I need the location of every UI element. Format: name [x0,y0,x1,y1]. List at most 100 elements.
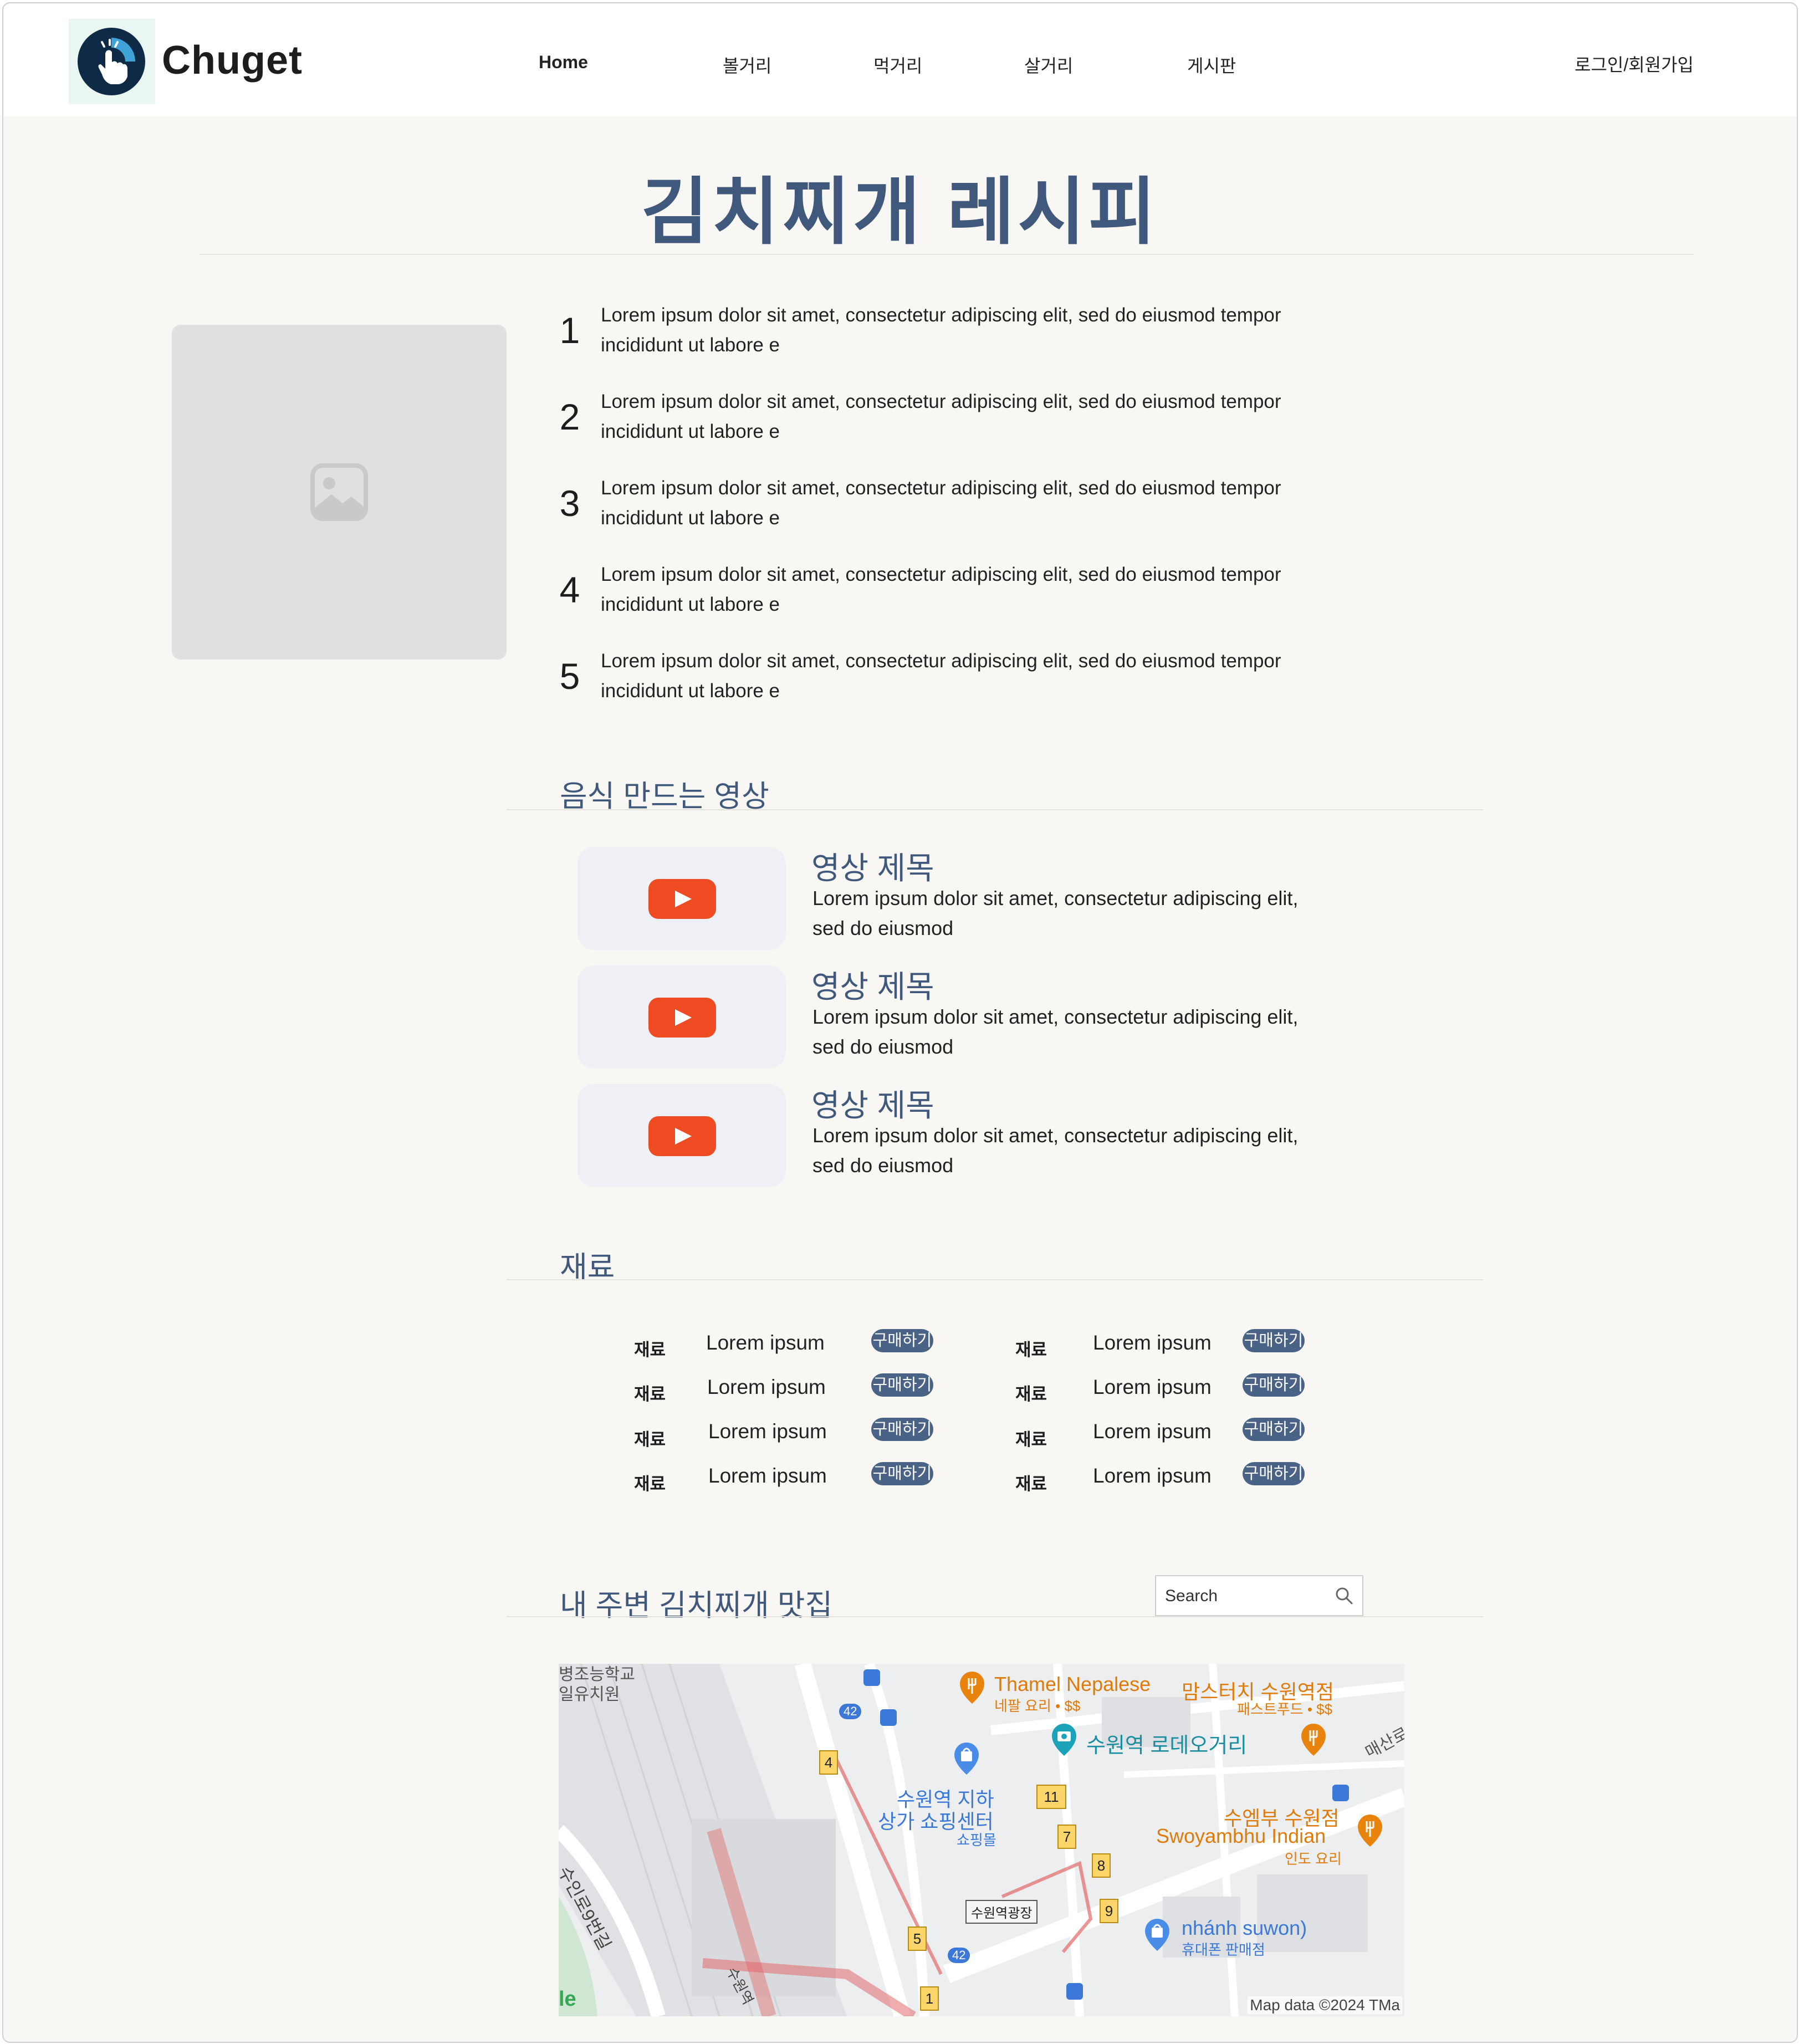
step-number: 3 [559,483,580,524]
nav-home[interactable]: Home [539,52,588,73]
ingredient-label: 재료 [634,1340,666,1360]
ingredient-label: 재료 [1015,1384,1047,1404]
restaurant-pin-icon[interactable] [1357,1813,1383,1848]
ingredient-label: 재료 [634,1474,666,1494]
buy-button[interactable]: 구매하기 [871,1329,933,1352]
map-label-swoyambhu-sub: 인도 요리 [1285,1851,1342,1867]
nav-shopping[interactable]: 살거리 [1024,52,1073,78]
nearby-section-title: 내 주변 김치찌개 맛집 [560,1589,833,1622]
step-text: Lorem ipsum dolor sit amet, consectetur … [601,387,1388,447]
ingredient-label: 재료 [634,1430,666,1449]
bus-number-badge: 42 [948,1948,970,1963]
nearby-map[interactable]: 42 42 4 11 7 8 9 5 1 병조능학교 일유치원 Thamel N… [559,1664,1404,2016]
step-number: 2 [559,396,580,437]
step-line: incididunt ut labore e [601,421,780,442]
hand-pointer-icon [78,28,145,95]
image-icon [310,463,368,521]
video-description: Lorem ipsum dolor sit amet, consectetur … [812,883,1367,943]
shopping-pin-icon[interactable] [953,1741,980,1776]
youtube-play-icon[interactable] [648,879,716,919]
nav-food[interactable]: 먹거리 [873,52,922,78]
step-text: Lorem ipsum dolor sit amet, consectetur … [601,473,1388,533]
step-line: Lorem ipsum dolor sit amet, consectetur … [601,477,1281,499]
video-desc-line: sed do eiusmod [812,917,954,939]
map-label-underground-sub: 쇼핑몰 [957,1832,996,1848]
station-exit-marker[interactable]: 7 [1057,1825,1076,1849]
ingredient-name: Lorem ipsum [707,1376,826,1398]
ingredient-name: Lorem ipsum [1093,1331,1212,1354]
restaurant-pin-icon[interactable] [1300,1723,1327,1757]
nav-attractions[interactable]: 볼거리 [723,52,771,78]
brand-name[interactable]: Chuget [162,38,303,83]
buy-button[interactable]: 구매하기 [1243,1462,1305,1485]
station-exit-marker[interactable]: 9 [1100,1899,1118,1923]
map-label-kindergarten: 일유치원 [559,1685,620,1704]
step-line: incididunt ut labore e [601,680,780,702]
station-exit-marker[interactable]: 5 [908,1927,927,1951]
video-desc-line: sed do eiusmod [812,1035,954,1058]
video-thumbnail[interactable] [577,965,786,1069]
video-desc-line: Lorem ipsum dolor sit amet, consectetur … [812,887,1299,909]
bus-stop-icon[interactable] [1066,1983,1083,2000]
ingredient-name: Lorem ipsum [708,1464,827,1487]
bus-stop-icon[interactable] [1332,1785,1349,1801]
video-desc-line: Lorem ipsum dolor sit amet, consectetur … [812,1005,1299,1028]
restaurant-pin-icon[interactable] [959,1670,985,1705]
search-icon[interactable] [1335,1586,1353,1605]
map-label-nhanh[interactable]: nhánh suwon) [1182,1917,1307,1940]
step-line: incididunt ut labore e [601,334,780,356]
ingredient-label: 재료 [634,1384,666,1404]
top-header: Chuget Home 볼거리 먹거리 살거리 게시판 로그인/회원가입 [3,3,1797,116]
camera-pin-icon[interactable] [1051,1723,1077,1757]
ingredient-name: Lorem ipsum [708,1420,827,1443]
nearby-divider [507,1616,1483,1617]
login-signup-link[interactable]: 로그인/회원가입 [1575,51,1694,76]
buy-button[interactable]: 구매하기 [871,1418,933,1441]
station-exit-marker[interactable]: 8 [1092,1853,1111,1878]
page-frame: Chuget Home 볼거리 먹거리 살거리 게시판 로그인/회원가입 김치찌… [2,2,1798,2043]
step-number: 1 [559,310,580,351]
buy-button[interactable]: 구매하기 [1243,1329,1305,1352]
bus-number-badge: 42 [839,1704,862,1719]
step-text: Lorem ipsum dolor sit amet, consectetur … [601,300,1388,360]
video-desc-line: Lorem ipsum dolor sit amet, consectetur … [812,1124,1299,1147]
step-text: Lorem ipsum dolor sit amet, consectetur … [601,560,1388,620]
recipe-image-placeholder [172,325,507,660]
video-thumbnail[interactable] [577,847,786,950]
step-number: 4 [559,569,580,610]
youtube-play-icon[interactable] [648,998,716,1038]
page-title: 김치찌개 레시피 [641,171,1159,253]
ingredient-name: Lorem ipsum [706,1331,825,1354]
buy-button[interactable]: 구매하기 [871,1462,933,1485]
map-search [1155,1575,1363,1616]
map-label-plaza[interactable]: 수원역광장 [965,1900,1038,1924]
shopping-pin-icon[interactable] [1144,1918,1171,1952]
title-divider [200,254,1694,255]
buy-button[interactable]: 구매하기 [1243,1373,1305,1397]
station-exit-marker[interactable]: 1 [920,1986,939,2011]
video-title[interactable]: 영상 제목 [811,962,934,1007]
search-input[interactable] [1164,1582,1332,1611]
ingredient-name: Lorem ipsum [1093,1420,1212,1443]
youtube-play-icon[interactable] [648,1116,716,1156]
map-label-nhanh-sub: 휴대폰 판매점 [1182,1941,1265,1958]
nav-board[interactable]: 게시판 [1187,52,1236,78]
map-label-thamel[interactable]: Thamel Nepalese [994,1673,1151,1696]
video-title[interactable]: 영상 제목 [811,844,934,888]
map-label-rodeo[interactable]: 수원역 로데오거리 [1086,1728,1247,1759]
video-title[interactable]: 영상 제목 [811,1081,934,1126]
map-attribution[interactable]: Map data ©2024 TMa [1248,1996,1402,2014]
map-label-swoyambhu-2: Swoyambhu Indian [1156,1825,1326,1847]
video-thumbnail[interactable] [577,1084,786,1187]
ingredient-name: Lorem ipsum [1093,1376,1212,1398]
logo[interactable] [69,19,155,104]
bus-stop-icon[interactable] [863,1669,880,1686]
step-line: incididunt ut labore e [601,594,780,615]
station-exit-marker[interactable]: 11 [1036,1785,1066,1809]
bus-stop-icon[interactable] [880,1709,897,1726]
buy-button[interactable]: 구매하기 [871,1373,933,1397]
station-exit-marker[interactable]: 4 [819,1750,838,1775]
google-logo-fragment: le [559,1987,576,2011]
buy-button[interactable]: 구매하기 [1243,1418,1305,1441]
step-line: incididunt ut labore e [601,507,780,529]
